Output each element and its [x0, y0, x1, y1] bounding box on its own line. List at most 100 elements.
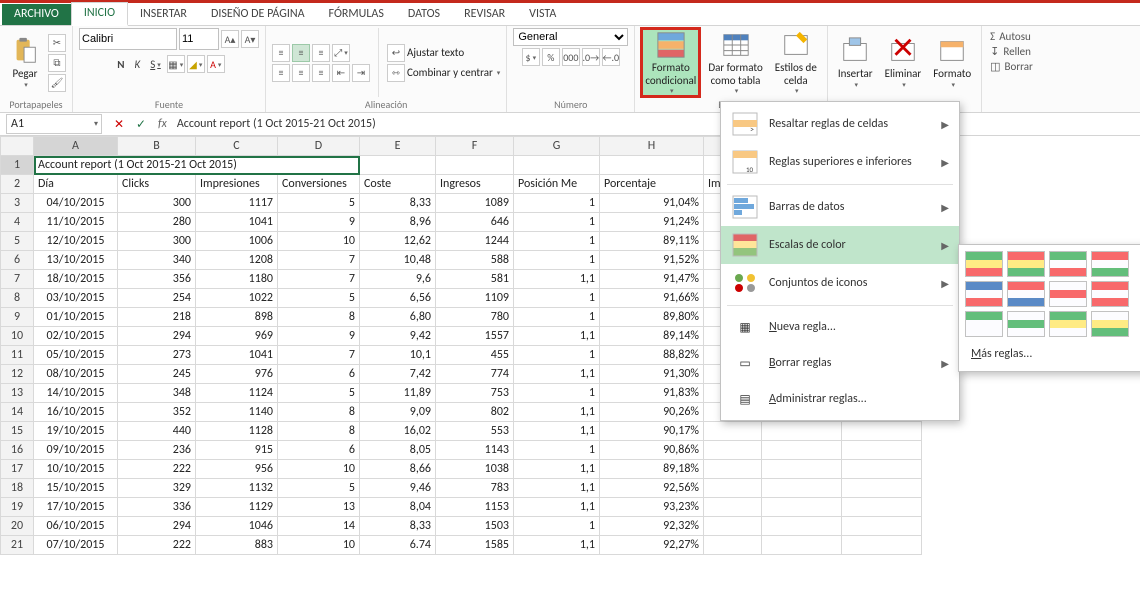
cell[interactable]: 91,52%: [600, 251, 704, 270]
cell[interactable]: Conversiones: [278, 175, 360, 194]
cell[interactable]: 1: [514, 251, 600, 270]
paste-button[interactable]: Pegar: [6, 34, 44, 91]
cell[interactable]: 646: [436, 213, 514, 232]
cell[interactable]: 236: [118, 441, 196, 460]
tab-review[interactable]: REVISAR: [452, 4, 517, 25]
cell[interactable]: 1,1: [514, 422, 600, 441]
cell[interactable]: 7: [278, 251, 360, 270]
cell[interactable]: 16,02: [360, 422, 436, 441]
cell[interactable]: Posición Me: [514, 175, 600, 194]
cell[interactable]: 16/10/2015: [34, 403, 118, 422]
cell[interactable]: 1,1: [514, 403, 600, 422]
cell[interactable]: 1,1: [514, 536, 600, 555]
wrap-text-button[interactable]: ↩Ajustar texto: [387, 44, 500, 62]
cell[interactable]: 273: [118, 346, 196, 365]
cell[interactable]: 17/10/2015: [34, 498, 118, 517]
cell[interactable]: 90,86%: [600, 441, 704, 460]
cell[interactable]: 9,46: [360, 479, 436, 498]
cell[interactable]: 13/10/2015: [34, 251, 118, 270]
cell[interactable]: 89,14%: [600, 327, 704, 346]
row-header[interactable]: 12: [1, 365, 34, 384]
cell[interactable]: 753: [436, 384, 514, 403]
copy-icon[interactable]: ⧉: [48, 54, 66, 72]
row-header[interactable]: 20: [1, 517, 34, 536]
row-header[interactable]: 14: [1, 403, 34, 422]
row-header[interactable]: 8: [1, 289, 34, 308]
cell[interactable]: 89,80%: [600, 308, 704, 327]
cell[interactable]: 254: [118, 289, 196, 308]
cell[interactable]: 90,26%: [600, 403, 704, 422]
cell[interactable]: 14/10/2015: [34, 384, 118, 403]
cell[interactable]: 1046: [196, 517, 278, 536]
cell[interactable]: 88,82%: [600, 346, 704, 365]
cell[interactable]: 969: [196, 327, 278, 346]
cell[interactable]: 03/10/2015: [34, 289, 118, 308]
align-middle-icon[interactable]: ≡: [292, 44, 310, 62]
cell[interactable]: 10: [278, 460, 360, 479]
orientation-icon[interactable]: ⤢: [332, 44, 350, 62]
cell[interactable]: Porcentaje: [600, 175, 704, 194]
cell[interactable]: 222: [118, 536, 196, 555]
cell[interactable]: 7,42: [360, 365, 436, 384]
cell[interactable]: 440: [118, 422, 196, 441]
menu-new-rule[interactable]: ▦Nueva regla...: [721, 309, 959, 345]
cell[interactable]: 218: [118, 308, 196, 327]
cell[interactable]: 7: [278, 346, 360, 365]
cell[interactable]: Impresiones: [196, 175, 278, 194]
decrease-font-icon[interactable]: A▾: [241, 30, 259, 48]
decrease-decimal-icon[interactable]: ←.0: [602, 48, 620, 66]
cell[interactable]: 1006: [196, 232, 278, 251]
underline-button[interactable]: S: [146, 54, 165, 74]
color-scale-option[interactable]: [1007, 281, 1045, 307]
currency-icon[interactable]: $: [522, 48, 540, 66]
cell[interactable]: 5: [278, 289, 360, 308]
color-scale-option[interactable]: [1049, 281, 1087, 307]
cell[interactable]: 1: [514, 517, 600, 536]
align-bottom-icon[interactable]: ≡: [312, 44, 330, 62]
cell[interactable]: 352: [118, 403, 196, 422]
col-header[interactable]: A: [34, 137, 118, 156]
cell[interactable]: 10,48: [360, 251, 436, 270]
cell[interactable]: 9,6: [360, 270, 436, 289]
cell[interactable]: 9,42: [360, 327, 436, 346]
cell[interactable]: 7: [278, 270, 360, 289]
font-name-input[interactable]: [79, 28, 177, 50]
autosum-button[interactable]: ΣAutosu: [990, 30, 1033, 43]
format-cells-button[interactable]: Formato: [929, 34, 975, 91]
cell[interactable]: 1041: [196, 346, 278, 365]
italic-button[interactable]: K: [130, 54, 144, 74]
cell[interactable]: 1: [514, 194, 600, 213]
cell[interactable]: 8,05: [360, 441, 436, 460]
cell[interactable]: 1038: [436, 460, 514, 479]
more-rules-link[interactable]: Más reglas...: [965, 343, 1140, 365]
cell[interactable]: 1,1: [514, 365, 600, 384]
cell[interactable]: 356: [118, 270, 196, 289]
cell[interactable]: 92,56%: [600, 479, 704, 498]
tab-formulas[interactable]: FÓRMULAS: [317, 4, 396, 25]
clear-button[interactable]: ◫Borrar: [990, 60, 1033, 73]
cell[interactable]: 8,04: [360, 498, 436, 517]
cell[interactable]: 976: [196, 365, 278, 384]
cell[interactable]: 1: [514, 441, 600, 460]
col-header[interactable]: B: [118, 137, 196, 156]
accept-formula-icon[interactable]: ✓: [130, 117, 152, 132]
cell[interactable]: 93,23%: [600, 498, 704, 517]
menu-clear-rules[interactable]: ▭Borrar reglas▶: [721, 345, 959, 381]
cell[interactable]: 1: [514, 213, 600, 232]
cell[interactable]: 336: [118, 498, 196, 517]
tab-page-layout[interactable]: DISEÑO DE PÁGINA: [199, 4, 317, 25]
row-header[interactable]: 1: [1, 156, 34, 175]
cell[interactable]: 14: [278, 517, 360, 536]
cell[interactable]: 6,80: [360, 308, 436, 327]
cell[interactable]: 15/10/2015: [34, 479, 118, 498]
cell[interactable]: 1140: [196, 403, 278, 422]
indent-dec-icon[interactable]: ⇤: [332, 64, 350, 82]
increase-decimal-icon[interactable]: .0→: [582, 48, 600, 66]
cell[interactable]: 8: [278, 308, 360, 327]
cell[interactable]: 18/10/2015: [34, 270, 118, 289]
border-button[interactable]: ▦: [167, 55, 185, 73]
cell[interactable]: 1153: [436, 498, 514, 517]
color-scale-option[interactable]: [1091, 251, 1129, 277]
cell[interactable]: 222: [118, 460, 196, 479]
tab-home[interactable]: INICIO: [71, 2, 128, 26]
